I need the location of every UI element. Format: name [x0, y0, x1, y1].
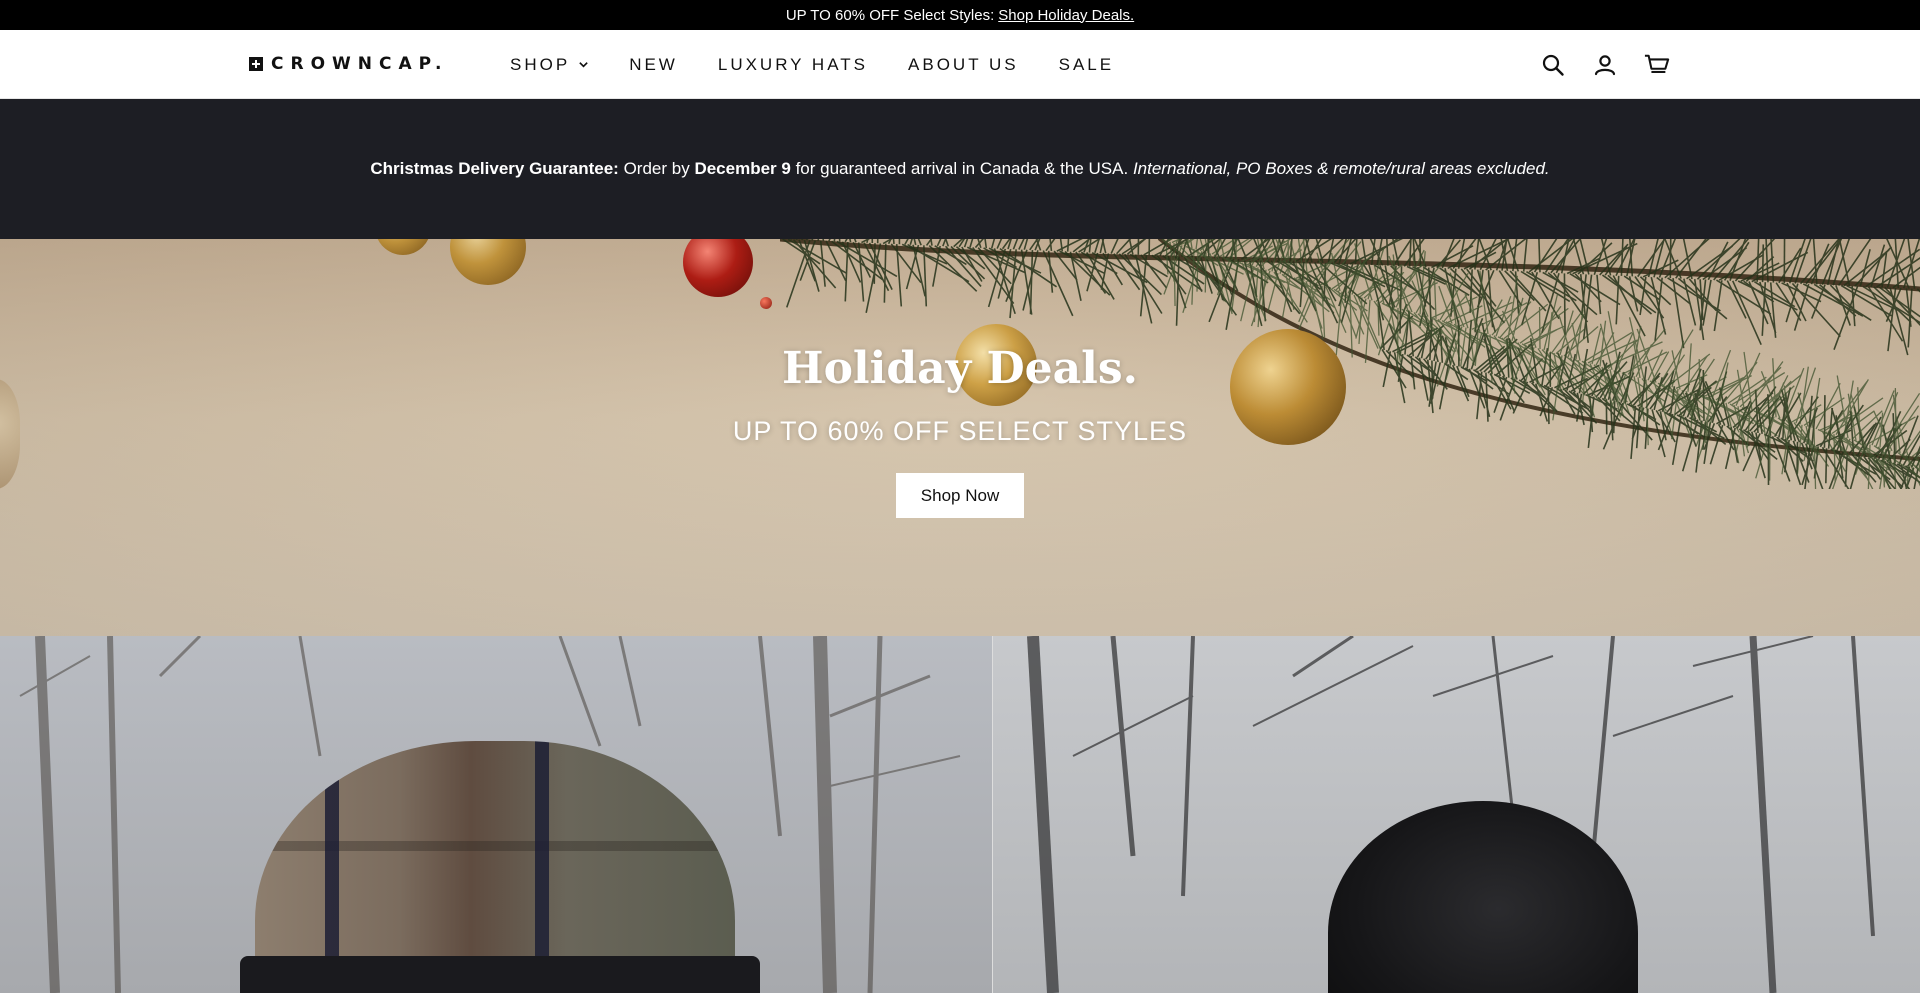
shop-now-button[interactable]: Shop Now	[896, 473, 1024, 518]
hero-banner: Holiday Deals. UP TO 60% OFF SELECT STYL…	[0, 239, 1920, 636]
nav-item-label: SALE	[1058, 54, 1115, 74]
chevron-down-icon	[579, 62, 588, 68]
hero-subtitle: UP TO 60% OFF SELECT STYLES	[732, 416, 1188, 446]
nav-item-about-us[interactable]: ABOUT US	[908, 55, 1019, 75]
nav-item-new[interactable]: NEW	[629, 55, 678, 75]
logo[interactable]: CROWNCAP.	[249, 53, 448, 75]
nav-item-label: SHOP	[510, 54, 571, 74]
site-header: CROWNCAP. SHOP NEW LUXURY HATS ABOUT US …	[0, 30, 1920, 99]
collection-tile-left[interactable]	[0, 636, 992, 993]
nav-item-label: LUXURY HATS	[717, 54, 869, 74]
announcement-bar: UP TO 60% OFF Select Styles: Shop Holida…	[0, 0, 1920, 30]
notice-text-1: Order by	[623, 159, 690, 178]
coat-collar-image	[240, 956, 760, 993]
notice-exclusions: International, PO Boxes & remote/rural a…	[1132, 159, 1550, 178]
nav-item-label: NEW	[629, 54, 678, 74]
search-icon[interactable]	[1540, 52, 1566, 78]
main-nav: SHOP NEW LUXURY HATS ABOUT US SALE	[510, 30, 1114, 99]
account-icon[interactable]	[1592, 52, 1618, 78]
notice-text-2: for guaranteed arrival in Canada & the U…	[795, 159, 1129, 178]
nav-item-sale[interactable]: SALE	[1059, 55, 1114, 75]
collection-tile-right[interactable]	[993, 636, 1920, 993]
logo-text: CROWNCAP.	[271, 54, 449, 74]
notice-lead: Christmas Delivery Guarantee:	[370, 159, 619, 178]
announcement-text: UP TO 60% OFF Select Styles:	[785, 6, 995, 24]
announcement-link[interactable]: Shop Holiday Deals.	[998, 7, 1134, 24]
hero-title: Holiday Deals.	[782, 343, 1138, 394]
hero-content: Holiday Deals. UP TO 60% OFF SELECT STYL…	[0, 239, 1920, 636]
logo-mark-icon	[249, 57, 263, 71]
delivery-notice: Christmas Delivery Guarantee: Order by D…	[0, 99, 1920, 239]
nav-item-luxury-hats[interactable]: LUXURY HATS	[718, 55, 868, 75]
nav-item-label: ABOUT US	[908, 54, 1019, 74]
nav-item-shop[interactable]: SHOP	[510, 55, 589, 75]
notice-date: December 9	[694, 159, 791, 178]
cart-icon[interactable]	[1644, 52, 1670, 78]
header-icons	[1540, 30, 1670, 99]
